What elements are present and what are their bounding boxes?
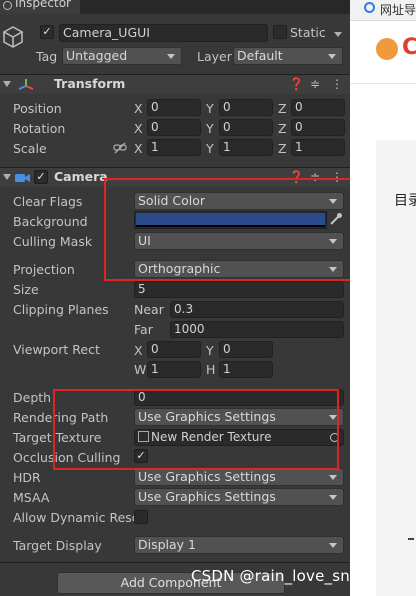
- viewport-h-label: H: [206, 362, 216, 377]
- viewport-x-field[interactable]: 0: [147, 341, 201, 358]
- object-active-checkbox[interactable]: ✓: [40, 25, 54, 39]
- highlight-box-clear-flags: [104, 178, 350, 281]
- divider: [350, 83, 416, 84]
- clear-flags-label: Clear Flags: [13, 194, 83, 209]
- watermark-text: CSDN @rain_love_snow: [191, 567, 372, 585]
- info-icon: [3, 1, 12, 10]
- rotation-x-field[interactable]: 0: [147, 119, 201, 136]
- viewport-h-field[interactable]: 1: [219, 361, 273, 378]
- rotation-z-field[interactable]: 0: [291, 119, 345, 136]
- fold-arrow-icon[interactable]: [3, 81, 11, 87]
- clipping-planes-label: Clipping Planes: [13, 302, 109, 317]
- position-y-label: Y: [206, 101, 214, 116]
- scale-y-label: Y: [206, 141, 214, 156]
- viewport-x-label: X: [134, 343, 143, 358]
- size-label: Size: [13, 282, 39, 297]
- more-menu-icon[interactable]: ⋮: [331, 77, 343, 91]
- hdr-label: HDR: [13, 470, 41, 485]
- rotation-z-label: Z: [278, 121, 287, 136]
- static-label: Static: [290, 25, 326, 40]
- allow-dynamic-resolution-label: Allow Dynamic Resol: [13, 510, 143, 525]
- scale-label: Scale: [13, 141, 47, 156]
- tab-inspector-label: Inspector: [15, 0, 71, 10]
- fold-arrow-icon[interactable]: [3, 174, 11, 180]
- viewport-w-field[interactable]: 1: [147, 361, 201, 378]
- rotation-y-field[interactable]: 0: [219, 119, 273, 136]
- browser-page: 网址导 C 目录: [350, 0, 416, 596]
- inspector-tabbar: Inspector: [0, 0, 350, 14]
- gameobject-cube-icon: [2, 26, 24, 48]
- scale-y-field[interactable]: 1: [219, 139, 273, 156]
- layer-label: Layer: [197, 49, 232, 64]
- toc-label[interactable]: 目录: [394, 190, 416, 210]
- browser-tab-icon: [364, 2, 375, 13]
- scale-x-field[interactable]: 1: [147, 139, 201, 156]
- msaa-label: MSAA: [13, 490, 50, 505]
- transform-header[interactable]: Transform ❓ ≑ ⋮: [0, 74, 350, 94]
- rotation-x-label: X: [134, 121, 143, 136]
- culling-mask-label: Culling Mask: [13, 234, 93, 249]
- position-x-label: X: [134, 101, 143, 116]
- near-label: Near: [134, 302, 164, 317]
- msaa-dropdown[interactable]: Use Graphics Settings: [134, 488, 344, 506]
- position-z-field[interactable]: 0: [291, 99, 345, 116]
- scale-x-label: X: [134, 141, 143, 156]
- viewport-y-field[interactable]: 0: [219, 341, 273, 358]
- camera-enabled-checkbox[interactable]: ✓: [34, 170, 48, 184]
- tab-inspector[interactable]: Inspector: [0, 0, 80, 14]
- depth-label: Depth: [13, 390, 52, 405]
- viewport-y-label: Y: [206, 343, 214, 358]
- highlight-box-rendering: [53, 389, 339, 470]
- viewport-rect-label: Viewport Rect: [13, 342, 100, 357]
- far-field[interactable]: 1000: [170, 321, 344, 338]
- transform-title: Transform: [54, 76, 126, 91]
- near-field[interactable]: 0.3: [170, 301, 344, 318]
- position-label: Position: [13, 101, 62, 116]
- rotation-label: Rotation: [13, 121, 66, 136]
- divider: [0, 562, 350, 563]
- rotation-y-label: Y: [206, 121, 214, 136]
- browser-tab-strip: 网址导: [350, 0, 416, 21]
- projection-label: Projection: [13, 262, 75, 277]
- object-name-field[interactable]: Camera_UGUI: [59, 24, 268, 42]
- viewport-w-label: W: [134, 362, 147, 377]
- position-x-field[interactable]: 0: [147, 99, 201, 116]
- presets-icon[interactable]: ≑: [310, 77, 320, 91]
- position-z-label: Z: [278, 101, 287, 116]
- camera-icon: [15, 174, 30, 182]
- scale-z-field[interactable]: 1: [291, 139, 345, 156]
- tag-dropdown[interactable]: Untagged: [62, 47, 182, 65]
- far-label: Far: [134, 322, 153, 337]
- browser-tab-title[interactable]: 网址导: [380, 1, 416, 18]
- position-y-field[interactable]: 0: [219, 99, 273, 116]
- layer-dropdown[interactable]: Default: [233, 47, 343, 65]
- scale-z-label: Z: [278, 141, 287, 156]
- dash-mark: [408, 538, 414, 540]
- target-display-label: Target Display: [13, 538, 102, 553]
- help-icon[interactable]: ❓: [289, 77, 304, 91]
- site-logo-letter: C: [402, 35, 416, 60]
- static-checkbox[interactable]: [273, 25, 287, 39]
- site-logo-icon[interactable]: [376, 38, 398, 60]
- tag-label: Tag: [36, 49, 58, 64]
- allow-dynamic-resolution-checkbox[interactable]: [134, 510, 148, 524]
- inspector-panel: Inspector ✓ Camera_UGUI Static Tag Untag…: [0, 0, 350, 596]
- transform-axes-icon: [18, 79, 34, 90]
- hdr-dropdown[interactable]: Use Graphics Settings: [134, 468, 344, 486]
- target-display-dropdown[interactable]: Display 1: [134, 536, 344, 554]
- camera-title: Camera: [54, 169, 108, 184]
- link-constrain-icon[interactable]: [113, 142, 127, 154]
- static-dropdown-arrow[interactable]: [334, 32, 342, 37]
- background-label: Background: [13, 214, 88, 229]
- size-field[interactable]: 5: [134, 281, 344, 298]
